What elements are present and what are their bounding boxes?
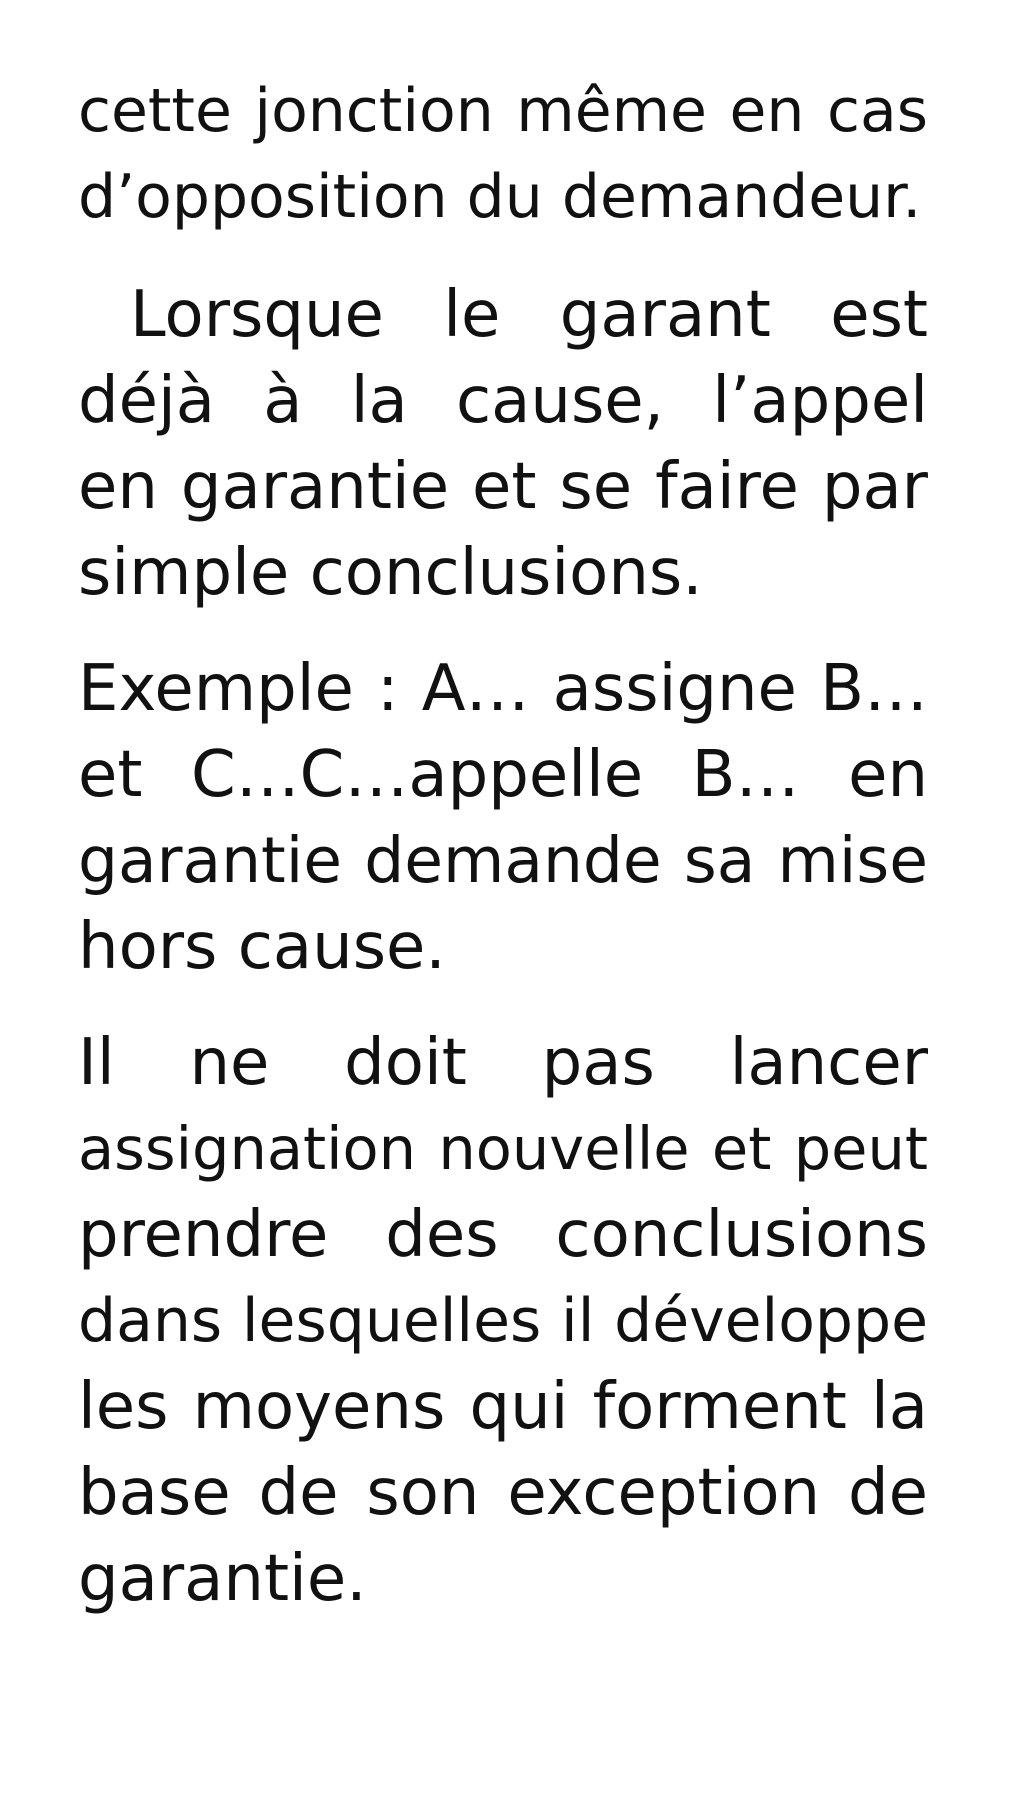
text-line: hors cause. bbox=[78, 910, 446, 984]
text-line: en garantie et se faire par bbox=[78, 450, 928, 524]
document-page: cette jonction même en cas d’opposition … bbox=[0, 0, 1012, 1800]
text-line: garantie demande sa mise bbox=[78, 824, 928, 897]
text-line: assignation nouvelle et peut bbox=[78, 1114, 928, 1183]
text-line: dans lesquelles il développe bbox=[78, 1286, 928, 1356]
text-line: garantie. bbox=[78, 1542, 367, 1616]
paragraph-3: Exemple : A… assigne B… et C…C…appelle B… bbox=[78, 646, 928, 990]
text-line: Lorsque le garant est bbox=[130, 278, 928, 352]
text-line: et C…C…appelle B… en bbox=[78, 738, 928, 812]
text-line: d’opposition du demandeur. bbox=[78, 162, 922, 232]
document-body: cette jonction même en cas d’opposition … bbox=[78, 68, 928, 1622]
paragraph-1: cette jonction même en cas d’opposition … bbox=[78, 68, 928, 240]
text-line: les moyens qui forment la bbox=[78, 1370, 928, 1444]
text-line: Exemple : A… assigne B… bbox=[78, 652, 928, 726]
text-line: base de son exception de bbox=[78, 1456, 928, 1530]
text-line: prendre des conclusions bbox=[78, 1198, 928, 1272]
text-line: déjà à la cause, l’appel bbox=[78, 364, 928, 438]
paragraph-4: Il ne doit pas lancer assignation nouvel… bbox=[78, 1020, 928, 1622]
text-line: cette jonction même en cas bbox=[78, 76, 928, 146]
text-line: Il ne doit pas lancer bbox=[78, 1026, 928, 1100]
paragraph-2: Lorsque le garant est déjà à la cause, l… bbox=[78, 272, 928, 616]
text-line: simple conclusions. bbox=[78, 536, 703, 610]
